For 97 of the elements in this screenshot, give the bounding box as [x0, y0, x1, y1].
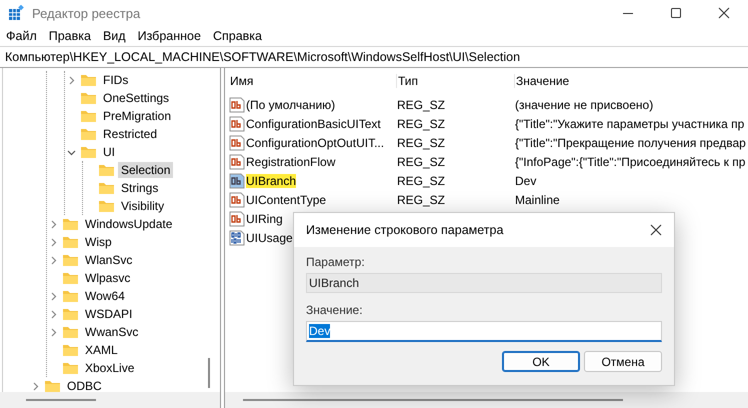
value-type: REG_SZ	[397, 98, 446, 112]
folder-icon	[98, 181, 115, 195]
tree-item[interactable]: ODBC	[64, 378, 105, 392]
app-icon	[8, 5, 24, 21]
folder-icon	[80, 127, 97, 141]
menu-item[interactable]: Избранное	[138, 29, 209, 43]
folder-icon	[44, 379, 61, 392]
tree-item[interactable]: OneSettings	[100, 90, 172, 106]
folder-icon	[62, 325, 79, 339]
value-name[interactable]: (По умолчанию)	[246, 98, 336, 112]
value-name[interactable]: RegistrationFlow	[246, 154, 336, 168]
tree-item[interactable]: Selection	[118, 162, 174, 178]
column-header[interactable]: Значение	[515, 74, 748, 88]
tree-item[interactable]: Wisp	[82, 234, 115, 250]
binary-value-icon	[229, 230, 245, 246]
close-icon[interactable]	[718, 7, 730, 19]
string-value-icon	[229, 96, 245, 112]
menu-item[interactable]: Правка	[48, 29, 99, 43]
value-data: (значение не присвоено)	[515, 98, 654, 112]
string-value-icon	[229, 116, 245, 132]
tree-item[interactable]: FIDs	[100, 72, 132, 88]
value-data: {"Title":"Прекращение получения предвар	[515, 136, 747, 150]
value-data: Dev	[515, 174, 538, 188]
menu-item[interactable]: Вид	[102, 29, 134, 43]
field-label: Значение:	[306, 302, 363, 319]
ok-button[interactable]: OK	[502, 351, 580, 372]
folder-icon	[80, 73, 97, 87]
value-name[interactable]: UIUsage	[246, 230, 293, 244]
tree-item[interactable]: WlanSvc	[82, 252, 136, 268]
folder-icon	[62, 217, 79, 231]
value-data: Mainline	[515, 192, 561, 206]
expand-chevron-icon[interactable]	[48, 256, 58, 264]
collapse-chevron-icon[interactable]	[66, 148, 76, 156]
value-name[interactable]: UIRing	[246, 212, 283, 226]
folder-icon	[80, 91, 97, 105]
folder-icon	[62, 271, 79, 285]
dialog-title: Изменение строкового параметра	[306, 223, 504, 237]
tree-item[interactable]: Wow64	[82, 288, 128, 304]
value-field[interactable]: Dev	[306, 321, 662, 342]
folder-icon	[80, 145, 97, 159]
expand-chevron-icon[interactable]	[30, 382, 40, 390]
expand-chevron-icon[interactable]	[48, 292, 58, 300]
scrollbar-thumb[interactable]	[26, 399, 96, 401]
value-type: REG_SZ	[397, 136, 446, 150]
address-bar[interactable]: Компьютер\HKEY_LOCAL_MACHINE\SOFTWARE\Microsoft\WindowsSelfHost\UI\Selection	[5, 50, 520, 64]
value-type: REG_SZ	[397, 116, 446, 130]
column-header[interactable]: Имя	[229, 74, 397, 88]
tree-item[interactable]: Visibility	[118, 198, 168, 214]
string-value-icon	[229, 134, 245, 150]
tree-item[interactable]: WindowsUpdate	[82, 216, 176, 232]
window-title: Редактор реестра	[32, 6, 142, 20]
cancel-button[interactable]: Отмена	[584, 351, 662, 372]
close-icon[interactable]	[650, 224, 662, 236]
tree-item[interactable]: Wlpasvc	[82, 270, 134, 286]
string-value-icon	[229, 192, 245, 208]
value-name[interactable]: ConfigurationOptOutUIT...	[246, 136, 384, 150]
value-type: REG_SZ	[397, 174, 446, 188]
folder-icon	[98, 163, 115, 177]
value-type: REG_SZ	[397, 192, 446, 206]
tree-item[interactable]: XboxLive	[82, 360, 138, 376]
folder-icon	[62, 307, 79, 321]
folder-icon	[62, 235, 79, 249]
scrollbar-thumb[interactable]	[208, 358, 210, 388]
menu-item[interactable]: Файл	[6, 29, 45, 43]
folder-icon	[62, 289, 79, 303]
tree-item[interactable]: WwanSvc	[82, 324, 142, 340]
folder-icon	[80, 109, 97, 123]
field-label: Параметр:	[306, 254, 365, 271]
value-data: {"Title":"Укажите параметры участника пр	[515, 116, 746, 130]
tree-item[interactable]: UI	[100, 144, 118, 160]
scrollbar-thumb[interactable]	[243, 399, 623, 401]
value-name[interactable]: ConfigurationBasicUIText	[246, 116, 381, 130]
folder-icon	[62, 253, 79, 267]
expand-chevron-icon[interactable]	[66, 76, 76, 84]
value-name[interactable]: UIContentType	[246, 192, 326, 206]
expand-chevron-icon[interactable]	[48, 328, 58, 336]
string-value-icon	[229, 172, 245, 188]
tree-item[interactable]: XAML	[82, 342, 121, 358]
column-header[interactable]: Тип	[397, 74, 515, 88]
string-value-icon	[229, 154, 245, 170]
tree-item[interactable]: PreMigration	[100, 108, 174, 124]
tree-item[interactable]: WSDAPI	[82, 306, 136, 322]
tree-item[interactable]: Restricted	[100, 126, 160, 142]
maximize-icon[interactable]	[670, 7, 682, 19]
folder-icon	[98, 199, 115, 213]
string-value-icon	[229, 210, 245, 226]
folder-icon	[62, 343, 79, 357]
expand-chevron-icon[interactable]	[48, 220, 58, 228]
menu-item[interactable]: Справка	[212, 29, 270, 43]
expand-chevron-icon[interactable]	[48, 238, 58, 246]
value-name[interactable]: UIBranch	[246, 174, 296, 188]
value-data: {"InfoPage":{"Title":"Присоединяйтесь к пр	[515, 154, 746, 168]
tree-item[interactable]: Strings	[118, 180, 162, 196]
parameter-name-field: UIBranch	[306, 273, 662, 293]
expand-chevron-icon[interactable]	[48, 310, 58, 318]
folder-icon	[62, 361, 79, 375]
value-type: REG_SZ	[397, 154, 446, 168]
